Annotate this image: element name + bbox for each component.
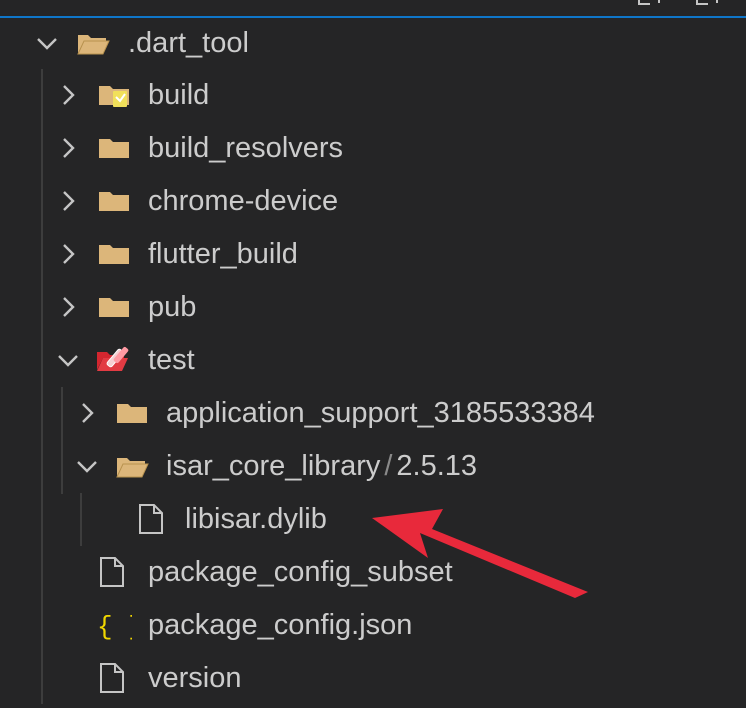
folder-icon	[98, 132, 132, 164]
svg-text:{ }: { }	[97, 612, 132, 641]
tree-item-application-support[interactable]: application_support_3185533384	[0, 387, 746, 440]
tree-item-pub[interactable]: pub	[0, 281, 746, 334]
tree-item-build-resolvers[interactable]: build_resolvers	[0, 122, 746, 175]
folder-open-icon	[115, 450, 149, 482]
tree-item-label: build	[148, 79, 210, 111]
folder-icon	[98, 185, 132, 217]
new-file-icon[interactable]	[636, 0, 664, 8]
tree-item-flutter-build[interactable]: flutter_build	[0, 228, 746, 281]
tree-item-label: pub	[148, 291, 197, 323]
explorer-header-bar	[0, 0, 746, 18]
folder-icon	[116, 397, 150, 429]
tree-item-label: .dart_tool	[128, 27, 249, 59]
tree-item-test[interactable]: test	[0, 334, 746, 387]
tree-item-label: chrome-device	[148, 185, 339, 217]
tree-item-label: isar_core_library/2.5.13	[166, 440, 477, 493]
chevron-right-icon[interactable]	[74, 400, 100, 426]
file-icon	[96, 556, 130, 588]
chevron-right-icon[interactable]	[55, 82, 81, 108]
path-separator: /	[384, 450, 393, 482]
tree-item-label: flutter_build	[148, 238, 298, 270]
tree-item-isar-core-library[interactable]: isar_core_library/2.5.13	[0, 440, 746, 493]
tree-item-label: package_config.json	[148, 609, 413, 641]
tree-item-label: build_resolvers	[148, 132, 344, 164]
new-folder-icon[interactable]	[694, 0, 722, 8]
folder-icon	[98, 238, 132, 270]
tree-item-label: version	[148, 662, 242, 694]
tree-item-version[interactable]: version	[0, 652, 746, 705]
folder-open-icon	[76, 27, 110, 59]
file-icon	[135, 503, 169, 535]
chevron-down-icon[interactable]	[34, 30, 60, 56]
tree-item-package-config-subset[interactable]: package_config_subset	[0, 546, 746, 599]
json-braces-icon: { }	[96, 609, 144, 642]
tree-item-libisar-dylib[interactable]: libisar.dylib	[0, 493, 746, 546]
tree-item-chrome-device[interactable]: chrome-device	[0, 175, 746, 228]
tree-item-label: test	[148, 344, 195, 376]
tree-item-label: package_config_subset	[148, 556, 453, 588]
chevron-right-icon[interactable]	[55, 294, 81, 320]
chevron-down-icon[interactable]	[74, 453, 100, 479]
folder-name: isar_core_library	[166, 450, 381, 482]
folder-icon	[98, 291, 132, 323]
chevron-right-icon[interactable]	[55, 241, 81, 267]
test-folder-open-icon	[96, 344, 130, 376]
tree-item-dart-tool[interactable]: .dart_tool	[0, 17, 746, 70]
tree-item-package-config-json[interactable]: { } package_config.json	[0, 599, 746, 652]
tree-item-build[interactable]: build	[0, 69, 746, 122]
file-explorer-tree: .dart_tool build build_resolvers chrome-…	[0, 17, 746, 708]
build-folder-icon	[98, 79, 132, 111]
tree-item-label: application_support_3185533384	[166, 397, 595, 429]
chevron-right-icon[interactable]	[55, 188, 81, 214]
file-icon	[96, 662, 130, 694]
chevron-down-icon[interactable]	[55, 347, 81, 373]
chevron-right-icon[interactable]	[55, 135, 81, 161]
tree-item-label: libisar.dylib	[185, 503, 327, 535]
folder-subpath: 2.5.13	[396, 450, 478, 482]
